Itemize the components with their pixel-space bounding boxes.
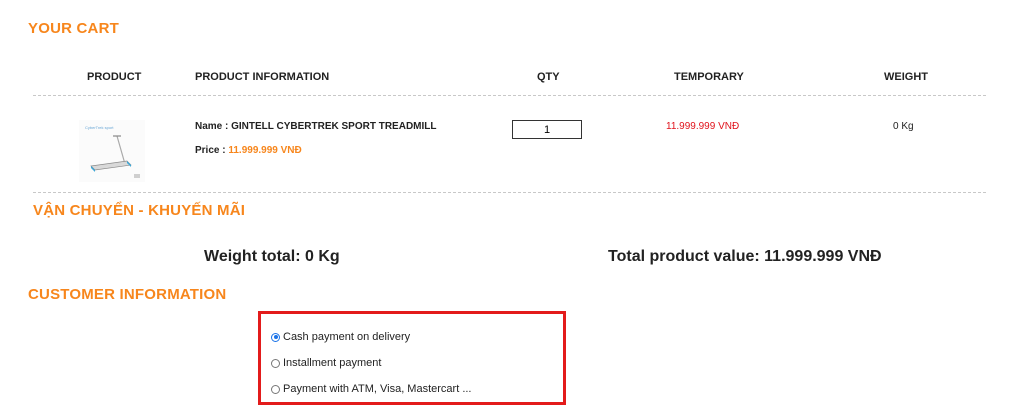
- radio-icon[interactable]: [271, 358, 280, 368]
- quantity-input[interactable]: [512, 120, 582, 139]
- payment-option-label: Installment payment: [283, 357, 382, 369]
- temporary-price: 11.999.999 VNĐ: [666, 121, 740, 132]
- radio-selected-icon[interactable]: [271, 332, 280, 342]
- col-header-product: PRODUCT: [87, 71, 142, 83]
- payment-option-cash[interactable]: Cash payment on delivery: [271, 331, 410, 343]
- cart-title: YOUR CART: [28, 20, 119, 37]
- product-thumbnail[interactable]: CyberTrek sport: [79, 120, 145, 182]
- table-divider-bottom: [33, 192, 986, 193]
- payment-option-card[interactable]: Payment with ATM, Visa, Mastercart ...: [271, 383, 471, 395]
- col-header-product-information: PRODUCT INFORMATION: [195, 71, 330, 83]
- shipping-title: VẬN CHUYỂN - KHUYẾN MÃI: [33, 202, 246, 219]
- product-name: Name : GINTELL CYBERTREK SPORT TREADMILL: [195, 121, 437, 132]
- product-price: Price : 11.999.999 VNĐ: [195, 145, 302, 156]
- payment-option-label: Cash payment on delivery: [283, 331, 411, 343]
- customer-info-title: CUSTOMER INFORMATION: [28, 286, 227, 303]
- product-name-value[interactable]: GINTELL CYBERTREK SPORT TREADMILL: [231, 121, 436, 132]
- col-header-weight: WEIGHT: [884, 71, 928, 83]
- product-price-value: 11.999.999 VNĐ: [228, 145, 302, 156]
- payment-option-installment[interactable]: Installment payment: [271, 357, 381, 369]
- col-header-qty: QTY: [537, 71, 560, 83]
- weight-total: Weight total: 0 Kg: [204, 248, 340, 265]
- item-weight: 0 Kg: [893, 121, 914, 132]
- thumb-caption: CyberTrek sport: [85, 125, 114, 130]
- payment-option-label: Payment with ATM, Visa, Mastercart ...: [283, 383, 472, 395]
- treadmill-image-icon: CyberTrek sport: [85, 125, 140, 178]
- table-divider-top: [33, 95, 986, 96]
- total-product-value: Total product value: 11.999.999 VNĐ: [608, 248, 882, 265]
- product-name-label: Name :: [195, 121, 232, 132]
- radio-icon[interactable]: [271, 384, 280, 394]
- col-header-temporary: TEMPORARY: [674, 71, 744, 83]
- product-price-label: Price :: [195, 145, 229, 156]
